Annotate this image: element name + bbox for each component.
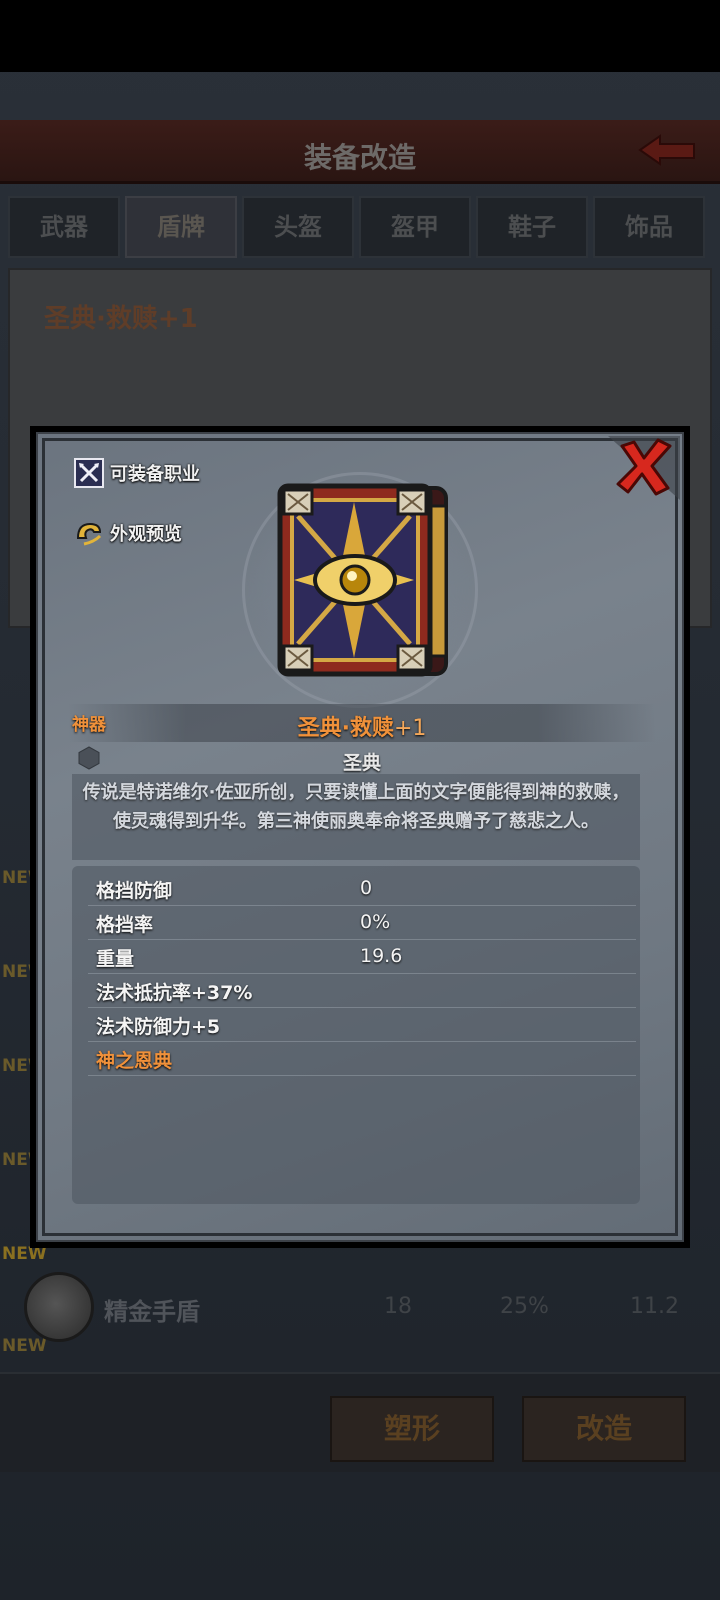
item-name-text: 圣典·救赎 [297, 716, 394, 741]
crossed-weapons-icon [74, 458, 104, 488]
stat-label: 格挡率 [96, 914, 154, 936]
tab-accessory[interactable]: 饰品 [593, 196, 705, 258]
equip-class-label: 可装备职业 [110, 464, 200, 485]
holy-book-icon [277, 483, 448, 677]
tab-armor[interactable]: 盔甲 [359, 196, 471, 258]
stat-row: 格挡防御 0 [88, 872, 636, 906]
back-arrow-icon[interactable] [636, 132, 700, 168]
list-item-name[interactable]: 精金手盾 [104, 1292, 200, 1327]
equip-class-option[interactable]: 可装备职业 [74, 458, 200, 488]
stat-label: 法术防御力+5 [96, 1016, 221, 1038]
screen-title: 装备改造 [303, 141, 416, 174]
item-enhance-level: +1 [393, 716, 427, 741]
stat-row: 法术抵抗率+37% [88, 974, 636, 1008]
round-shield-icon[interactable] [24, 1272, 94, 1342]
close-x-icon[interactable] [608, 436, 680, 500]
status-bar [0, 0, 720, 72]
game-screen: 装备改造 武器 盾牌 头盔 盔甲 鞋子 饰品 圣典·救赎+1 NEW NEW N… [0, 0, 720, 1600]
stat-label: 格挡防御 [96, 880, 173, 902]
list-item-block: 18 [384, 1294, 412, 1319]
stat-label: 法术抵抗率+37% [96, 982, 253, 1004]
item-name: 圣典·救赎+1 [38, 710, 686, 742]
list-item-rate: 25% [500, 1294, 549, 1319]
item-description: 传说是特诺维尔·佐亚所创，只要读懂上面的文字便能得到神的救赎，使灵魂得到升华。第… [82, 782, 630, 832]
selected-item-name: 圣典·救赎+1 [44, 304, 198, 334]
tab-shield[interactable]: 盾牌 [125, 196, 237, 258]
modal-body: 可装备职业 外观预览 神器 圣典·救赎+1 圣典 传说是特诺维尔·佐亚所创，只要… [36, 432, 684, 1242]
tab-weapon[interactable]: 武器 [8, 196, 120, 258]
stat-row: 神之恩典 [88, 1042, 636, 1076]
list-item-weight: 11.2 [630, 1294, 679, 1319]
tab-helmet[interactable]: 头盔 [242, 196, 354, 258]
stat-value: 0 [360, 877, 373, 899]
reshape-button[interactable]: 塑形 [330, 1396, 494, 1462]
stat-value: 19.6 [360, 945, 403, 967]
stat-row: 法术防御力+5 [88, 1008, 636, 1042]
stat-label-special: 神之恩典 [96, 1050, 173, 1072]
item-detail-modal: 可装备职业 外观预览 神器 圣典·救赎+1 圣典 传说是特诺维尔·佐亚所创，只要… [30, 426, 690, 1248]
appearance-icon [76, 522, 102, 546]
modify-button[interactable]: 改造 [522, 1396, 686, 1462]
item-subtype: 圣典 [342, 752, 381, 774]
stat-value: 0% [360, 911, 391, 933]
tab-shoes[interactable]: 鞋子 [476, 196, 588, 258]
appearance-preview-option[interactable]: 外观预览 [74, 518, 182, 548]
stat-row: 格挡率 0% [88, 906, 636, 940]
stat-row: 重量 19.6 [88, 940, 636, 974]
appearance-preview-label: 外观预览 [110, 524, 182, 545]
category-tabs: 武器 盾牌 头盔 盔甲 鞋子 饰品 [8, 196, 712, 258]
stat-label: 重量 [96, 948, 135, 970]
new-badge: NEW [2, 1336, 47, 1356]
